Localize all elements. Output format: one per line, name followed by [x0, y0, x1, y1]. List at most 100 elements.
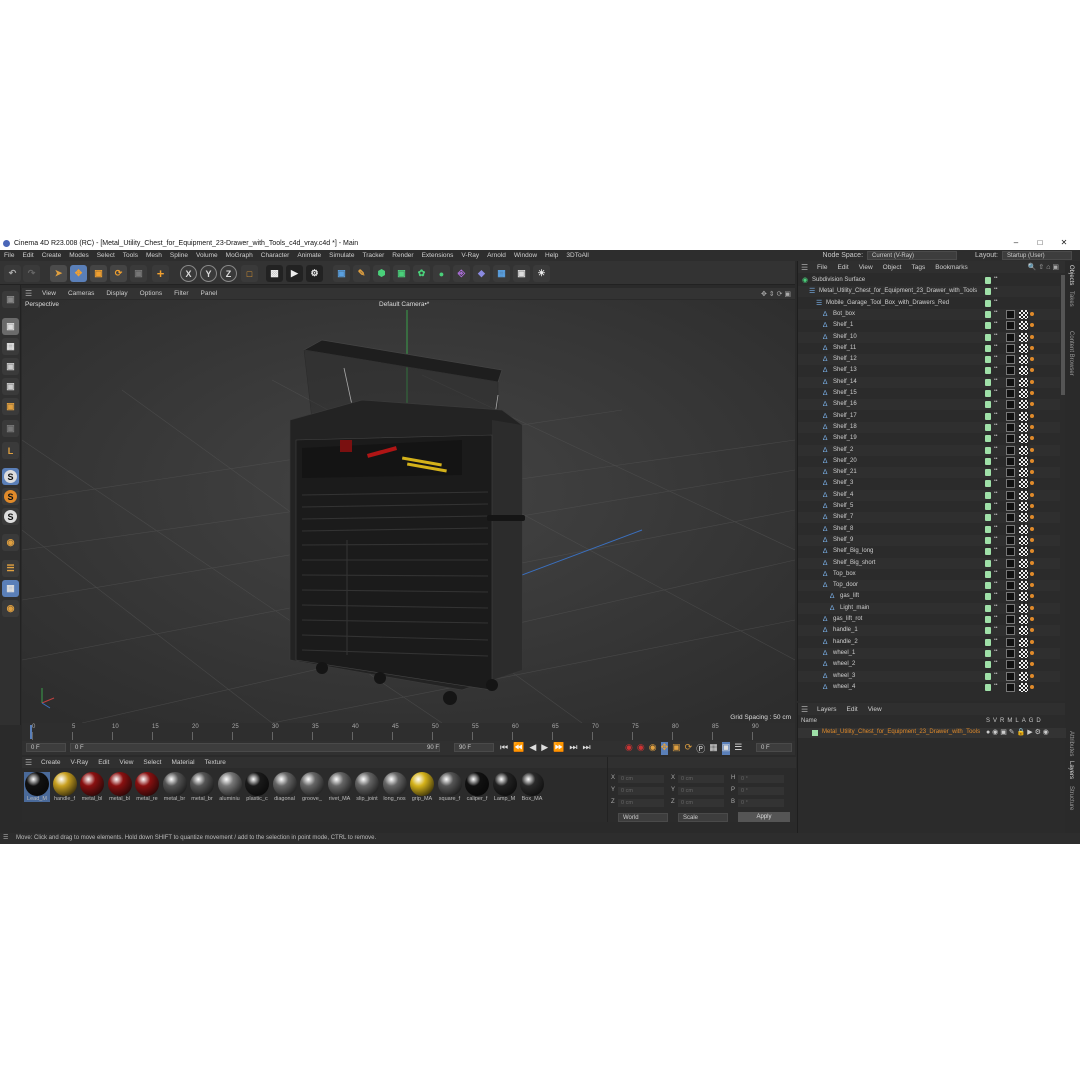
layer-name[interactable]: Metal_Utility_Chest_for_Equipment_23_Dra…: [822, 729, 980, 735]
material-name[interactable]: Lead_M: [24, 796, 50, 802]
mograph-icon[interactable]: ●: [433, 265, 450, 282]
material-swatch[interactable]: metal_br: [162, 772, 188, 802]
material-menu-select[interactable]: Select: [138, 759, 166, 766]
material-swatch[interactable]: metal_bl: [107, 772, 133, 802]
object-name[interactable]: Shelf_5: [833, 501, 853, 512]
next-frame-icon[interactable]: ⏩: [553, 742, 564, 753]
object-name[interactable]: gas_lift: [840, 591, 859, 602]
phong-tag-icon[interactable]: [1006, 637, 1015, 647]
visibility-toggle[interactable]: [985, 616, 991, 623]
visibility-toggle[interactable]: [985, 412, 991, 420]
material-swatch[interactable]: metal_br: [189, 772, 215, 802]
object-name[interactable]: handle_1: [833, 625, 858, 636]
object-row[interactable]: ∆ Shelf_9 ••: [798, 534, 1060, 546]
phong-tag-icon[interactable]: [1006, 377, 1015, 387]
object-name[interactable]: Shelf_12: [833, 354, 857, 365]
object-name[interactable]: Shelf_10: [833, 332, 857, 343]
visibility-toggle[interactable]: [985, 570, 991, 578]
object-name[interactable]: Shelf_14: [833, 377, 857, 388]
object-menu-edit[interactable]: Edit: [832, 264, 853, 271]
layer-menu-layers[interactable]: Layers: [812, 706, 842, 713]
layer-menu-view[interactable]: View: [863, 706, 887, 713]
phong-tag-icon[interactable]: [1006, 615, 1015, 624]
texture-mode-icon[interactable]: ▦: [2, 338, 19, 355]
material-name[interactable]: groove_: [299, 796, 325, 802]
object-menu-object[interactable]: Object: [878, 264, 907, 271]
render-toggle[interactable]: ••: [994, 389, 998, 394]
render-toggle[interactable]: ••: [994, 535, 998, 540]
model-mode-icon[interactable]: ▣: [2, 318, 19, 335]
tab-objects[interactable]: Objects: [1068, 265, 1074, 285]
previous-key-icon[interactable]: ⏪: [513, 742, 524, 753]
viewport-nav-icons[interactable]: ✥ ⇕ ⟳ ▣: [761, 290, 791, 298]
texture-tag-icon[interactable]: [1030, 515, 1034, 520]
visibility-toggle[interactable]: [985, 457, 991, 465]
visibility-toggle[interactable]: [985, 649, 991, 657]
render-toggle[interactable]: ••: [994, 671, 998, 676]
visibility-toggle[interactable]: [985, 446, 991, 454]
layer-row[interactable]: Metal_Utility_Chest_for_Equipment_23_Dra…: [798, 728, 1066, 738]
visibility-toggle[interactable]: [985, 683, 991, 691]
visibility-toggle[interactable]: [985, 548, 991, 556]
material-name[interactable]: plastic_c: [244, 796, 270, 802]
material-name[interactable]: diagonal: [272, 796, 298, 802]
object-row[interactable]: ∆ Shelf_Big_short ••: [798, 557, 1060, 569]
node-space-dropdown[interactable]: Current (V-Ray): [867, 251, 958, 260]
object-row[interactable]: ∆ Shelf_8 ••: [798, 524, 1060, 535]
maximize-button[interactable]: □: [1028, 236, 1052, 250]
phong-tag-icon[interactable]: [1006, 479, 1015, 489]
material-tag-icon[interactable]: [1019, 558, 1028, 568]
material-tag-icon[interactable]: [1019, 581, 1028, 591]
tab-content-browser[interactable]: Content Browser: [1068, 331, 1074, 376]
live-selection-icon[interactable]: ➤: [50, 265, 67, 282]
texture-tag-icon[interactable]: [1030, 560, 1034, 565]
phong-tag-icon[interactable]: [1006, 547, 1015, 557]
object-row[interactable]: ∆ gas_lift ••: [798, 591, 1060, 602]
object-search-icon[interactable]: 🔍 ⇧ ⌂ ▣: [1028, 263, 1059, 271]
texture-tag-icon[interactable]: [1030, 605, 1034, 610]
material-swatch[interactable]: long_nos: [382, 772, 408, 802]
material-preview-ball[interactable]: [190, 772, 214, 796]
material-tag-icon[interactable]: [1019, 569, 1028, 579]
menu-item-file[interactable]: File: [0, 252, 18, 259]
material-preview-ball[interactable]: [520, 772, 544, 796]
menu-item-create[interactable]: Create: [38, 252, 66, 259]
object-name[interactable]: Metal_Utility_Chest_for_Equipment_23_Dra…: [819, 286, 977, 297]
render-toggle[interactable]: ••: [994, 366, 998, 371]
object-name[interactable]: Shelf_21: [833, 467, 857, 478]
object-menu-file[interactable]: File: [812, 264, 832, 271]
status-menu-icon[interactable]: ☰: [3, 833, 8, 844]
menu-item-window[interactable]: Window: [510, 252, 541, 259]
render-toggle[interactable]: ••: [994, 479, 998, 484]
quantize-icon[interactable]: S: [2, 508, 19, 525]
object-name[interactable]: Shelf_19: [833, 433, 857, 444]
close-button[interactable]: ✕: [1052, 236, 1076, 250]
lock-workplane-icon[interactable]: ◉: [2, 600, 19, 617]
layer-toggles[interactable]: ● ◉ ▣ ✎ 🔒 ▶ ⚙ ◉: [986, 728, 1049, 736]
autokey-icon[interactable]: ◉: [637, 742, 645, 755]
uv-mode-icon[interactable]: ▣: [2, 420, 19, 437]
menu-item-v-ray[interactable]: V-Ray: [457, 252, 483, 259]
object-row[interactable]: ∆ Light_main ••: [798, 602, 1060, 614]
material-swatch[interactable]: square_f: [437, 772, 463, 802]
render-toggle[interactable]: ••: [994, 637, 998, 642]
render-toggle[interactable]: ••: [994, 603, 998, 608]
material-tag-icon[interactable]: [1019, 490, 1028, 500]
phong-tag-icon[interactable]: [1006, 422, 1015, 432]
material-name[interactable]: metal_bl: [107, 796, 133, 802]
visibility-toggle[interactable]: [985, 333, 991, 341]
material-preview-ball[interactable]: [355, 772, 379, 796]
texture-tag-icon[interactable]: [1030, 628, 1034, 633]
material-menu-create[interactable]: Create: [36, 759, 66, 766]
material-tag-icon[interactable]: [1019, 321, 1028, 331]
phong-tag-icon[interactable]: [1006, 343, 1015, 353]
object-row[interactable]: ∆ wheel_4 ••: [798, 682, 1060, 693]
render-toggle[interactable]: ••: [994, 626, 998, 631]
object-row[interactable]: ∆ Shelf_20 ••: [798, 456, 1060, 467]
render-toggle[interactable]: ••: [994, 547, 998, 552]
object-row[interactable]: ∆ Shelf_2 ••: [798, 444, 1060, 456]
subdivision-surface-icon[interactable]: ⬢: [373, 265, 390, 282]
texture-tag-icon[interactable]: [1030, 583, 1034, 588]
render-toggle[interactable]: ••: [994, 343, 998, 348]
layer-menu-edit[interactable]: Edit: [842, 706, 863, 713]
